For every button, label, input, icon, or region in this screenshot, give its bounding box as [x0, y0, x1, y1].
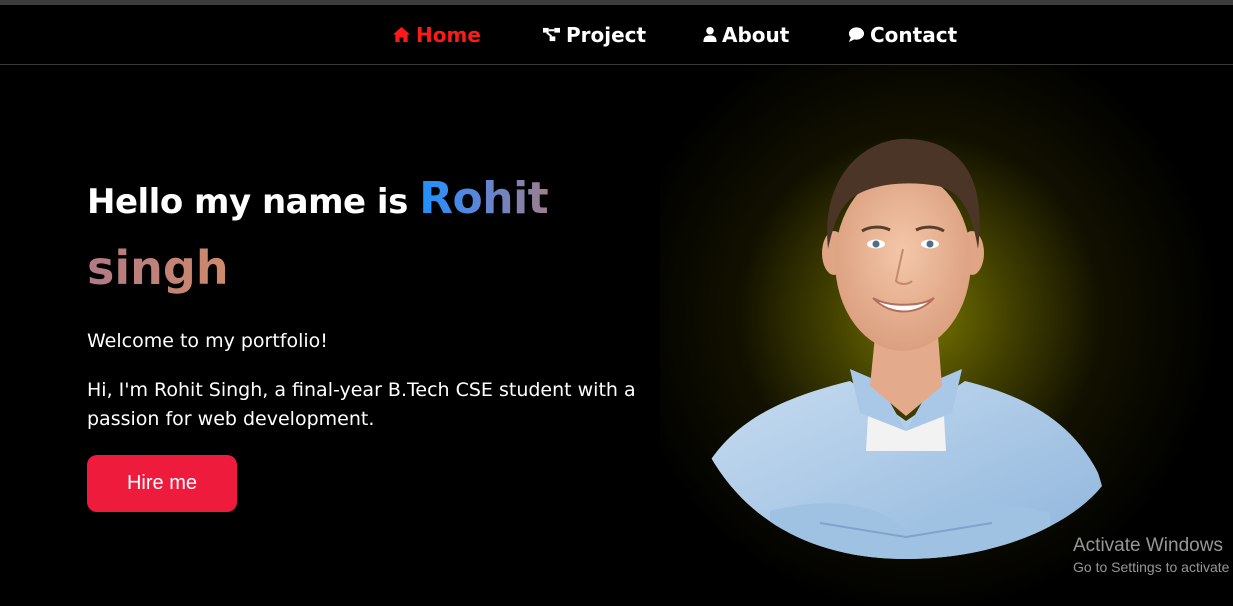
last-name: singh	[87, 241, 229, 295]
project-icon	[543, 27, 560, 42]
nav-project-label: Project	[566, 22, 647, 47]
nav-contact[interactable]: Contact	[848, 5, 957, 64]
watermark-title: Activate Windows	[1073, 535, 1223, 556]
profile-photo	[710, 138, 1102, 559]
hero-section: Hello my name is Rohit singh Welcome to …	[0, 65, 1233, 606]
home-icon	[393, 26, 410, 43]
intro-text: Hi, I'm Rohit Singh, a final-year B.Tech…	[87, 379, 636, 430]
first-name: Rohit	[419, 173, 549, 224]
hire-me-button[interactable]: Hire me	[87, 455, 237, 512]
nav-about[interactable]: About	[703, 5, 789, 64]
nav-home-label: Home	[416, 22, 481, 47]
greeting-text: Hello my name is	[87, 182, 420, 222]
nav-project[interactable]: Project	[542, 5, 646, 64]
hero-title: Hello my name is Rohit	[87, 173, 549, 224]
nav-home[interactable]: Home	[392, 5, 481, 64]
user-icon	[703, 26, 717, 43]
navbar: Home Project About Contact	[0, 5, 1233, 65]
chat-icon	[848, 27, 865, 43]
nav-contact-label: Contact	[870, 22, 958, 47]
welcome-text: Welcome to my portfolio!	[87, 330, 328, 352]
activate-windows-watermark: Activate Windows Go to Settings to activ…	[1073, 535, 1233, 575]
watermark-subtitle: Go to Settings to activate Windows.	[1073, 559, 1233, 575]
nav-about-label: About	[722, 22, 790, 47]
